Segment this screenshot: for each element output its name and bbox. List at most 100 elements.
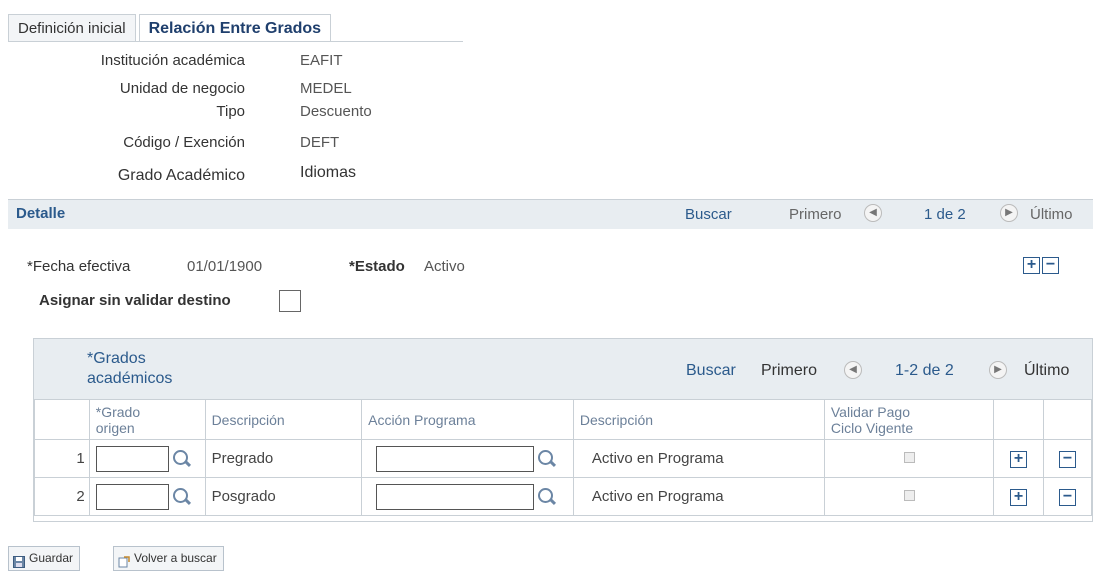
institucion-value: EAFIT: [300, 52, 343, 69]
accion-programa-cell: [361, 477, 574, 516]
tab-bar: Definición inicial Relación Entre Grados: [8, 14, 463, 42]
codigo-value: DEFT: [300, 134, 340, 151]
table-row: 1 Pregrado Activo en Programa + −: [34, 439, 1092, 478]
row-number: 2: [34, 477, 90, 516]
grid-ultimo: Último: [1024, 362, 1070, 379]
fecha-efectiva-value: 01/01/1900: [187, 258, 263, 275]
prev-arrow-icon[interactable]: ◀: [844, 361, 862, 379]
grid-title-line1: *Grados: [87, 350, 146, 367]
return-search-icon: [118, 553, 130, 567]
descripcion2-cell: Activo en Programa: [572, 439, 825, 478]
row-number: 1: [34, 439, 90, 478]
codigo-label: Código / Exención: [123, 134, 245, 151]
prev-arrow-icon[interactable]: ◀: [864, 204, 882, 223]
col-add: [993, 399, 1045, 440]
add-cell: +: [993, 477, 1045, 516]
next-arrow-icon[interactable]: ▶: [1000, 204, 1018, 223]
col-validar-pago: Validar Pago Ciclo Vigente: [823, 399, 995, 440]
plus-icon[interactable]: +: [1023, 257, 1040, 274]
tipo-value: Descuento: [300, 103, 372, 120]
save-icon: [13, 553, 25, 568]
col-grado-origen-line1: *Grado: [95, 403, 141, 420]
unidad-label: Unidad de negocio: [119, 80, 245, 97]
col-grado-origen-line2: origen: [95, 419, 135, 436]
tab-definicion-inicial[interactable]: Definición inicial: [8, 14, 136, 42]
volver-label: Volver a buscar: [134, 551, 217, 565]
detalle-ultimo: Último: [1030, 206, 1073, 223]
delete-cell: −: [1043, 439, 1092, 478]
table-header-row: *Grado origen Descripción Acción Program…: [34, 399, 1092, 440]
grid-buscar-link[interactable]: Buscar: [686, 362, 736, 380]
grados-table: *Grado origen Descripción Acción Program…: [34, 399, 1092, 516]
grado-origen-input[interactable]: [95, 483, 169, 510]
col-descripcion2: Descripción: [572, 399, 825, 440]
grid-count: 1-2 de 2: [895, 362, 954, 379]
estado-label: *Estado: [349, 258, 405, 275]
asignar-checkbox[interactable]: [279, 290, 301, 312]
plus-icon[interactable]: +: [1010, 488, 1028, 506]
descripcion-cell: Posgrado: [204, 477, 363, 516]
detalle-primero: Primero: [789, 206, 842, 223]
grados-grid: *Grados académicos Buscar Primero ◀ 1-2 …: [33, 338, 1093, 522]
unidad-value: MEDEL: [300, 80, 352, 97]
tab-underline: [8, 41, 463, 42]
grid-prev-button[interactable]: ◀: [844, 361, 862, 379]
detalle-title: Detalle: [16, 205, 66, 222]
accion-programa-input[interactable]: [376, 483, 535, 510]
grid-primero: Primero: [761, 362, 818, 379]
grado-value: Idiomas: [300, 164, 357, 181]
grado-origen-input[interactable]: [95, 445, 169, 472]
guardar-button[interactable]: Guardar: [8, 546, 81, 571]
search-icon[interactable]: [537, 487, 557, 507]
accion-programa-cell: [361, 439, 574, 478]
guardar-label: Guardar: [29, 551, 74, 565]
volver-a-buscar-button[interactable]: Volver a buscar: [113, 546, 224, 571]
accion-programa-input[interactable]: [376, 445, 535, 472]
detalle-prev-button[interactable]: ◀: [864, 204, 882, 223]
col-validar-line2: Ciclo Vigente: [830, 419, 914, 436]
grid-title-line2: académicos: [87, 370, 173, 387]
detalle-count: 1 de 2: [924, 206, 966, 223]
descripcion2-cell: Activo en Programa: [572, 477, 825, 516]
minus-icon[interactable]: −: [1059, 450, 1077, 468]
institucion-label: Institución académica: [100, 52, 245, 69]
grid-title: *Grados académicos: [87, 349, 172, 389]
delete-cell: −: [1043, 477, 1092, 516]
detalle-count-text: 1 de 2: [924, 206, 966, 223]
detalle-ultimo-text: Último: [1030, 206, 1073, 223]
tipo-label: Tipo: [216, 103, 245, 120]
col-descripcion: Descripción: [204, 399, 363, 440]
col-num: [34, 399, 90, 440]
asignar-label: Asignar sin validar destino: [39, 292, 231, 309]
validar-pago-cell: [823, 439, 995, 478]
fecha-efectiva-label: *Fecha efectiva: [27, 258, 131, 275]
grado-origen-cell: [88, 439, 206, 478]
grid-next-button[interactable]: ▶: [989, 361, 1007, 379]
add-row-button[interactable]: +: [1023, 256, 1040, 274]
estado-value: Activo: [424, 258, 465, 275]
search-icon[interactable]: [172, 487, 192, 507]
plus-icon[interactable]: +: [1010, 450, 1028, 468]
search-icon[interactable]: [537, 449, 557, 469]
minus-icon[interactable]: −: [1042, 257, 1059, 274]
search-icon[interactable]: [172, 449, 192, 469]
grado-origen-cell: [88, 477, 206, 516]
detalle-next-button[interactable]: ▶: [1000, 204, 1018, 223]
validar-pago-checkbox: [903, 452, 915, 463]
validar-pago-checkbox: [903, 490, 915, 501]
detalle-buscar-link[interactable]: Buscar: [685, 206, 732, 223]
col-validar-line1: Validar Pago: [830, 403, 911, 420]
grado-label: Grado Académico: [117, 167, 245, 184]
next-arrow-icon[interactable]: ▶: [989, 361, 1007, 379]
delete-row-button[interactable]: −: [1042, 256, 1059, 274]
col-accion-programa: Acción Programa: [361, 399, 574, 440]
col-grado-origen: *Grado origen: [88, 399, 206, 440]
detalle-buscar-text[interactable]: Buscar: [685, 206, 732, 223]
tab-relacion-entre-grados[interactable]: Relación Entre Grados: [138, 14, 332, 42]
table-row: 2 Posgrado Activo en Programa + −: [34, 477, 1092, 516]
grid-header: *Grados académicos Buscar Primero ◀ 1-2 …: [34, 339, 1092, 399]
descripcion-cell: Pregrado: [204, 439, 363, 478]
add-cell: +: [993, 439, 1045, 478]
validar-pago-cell: [823, 477, 995, 516]
minus-icon[interactable]: −: [1059, 488, 1077, 506]
